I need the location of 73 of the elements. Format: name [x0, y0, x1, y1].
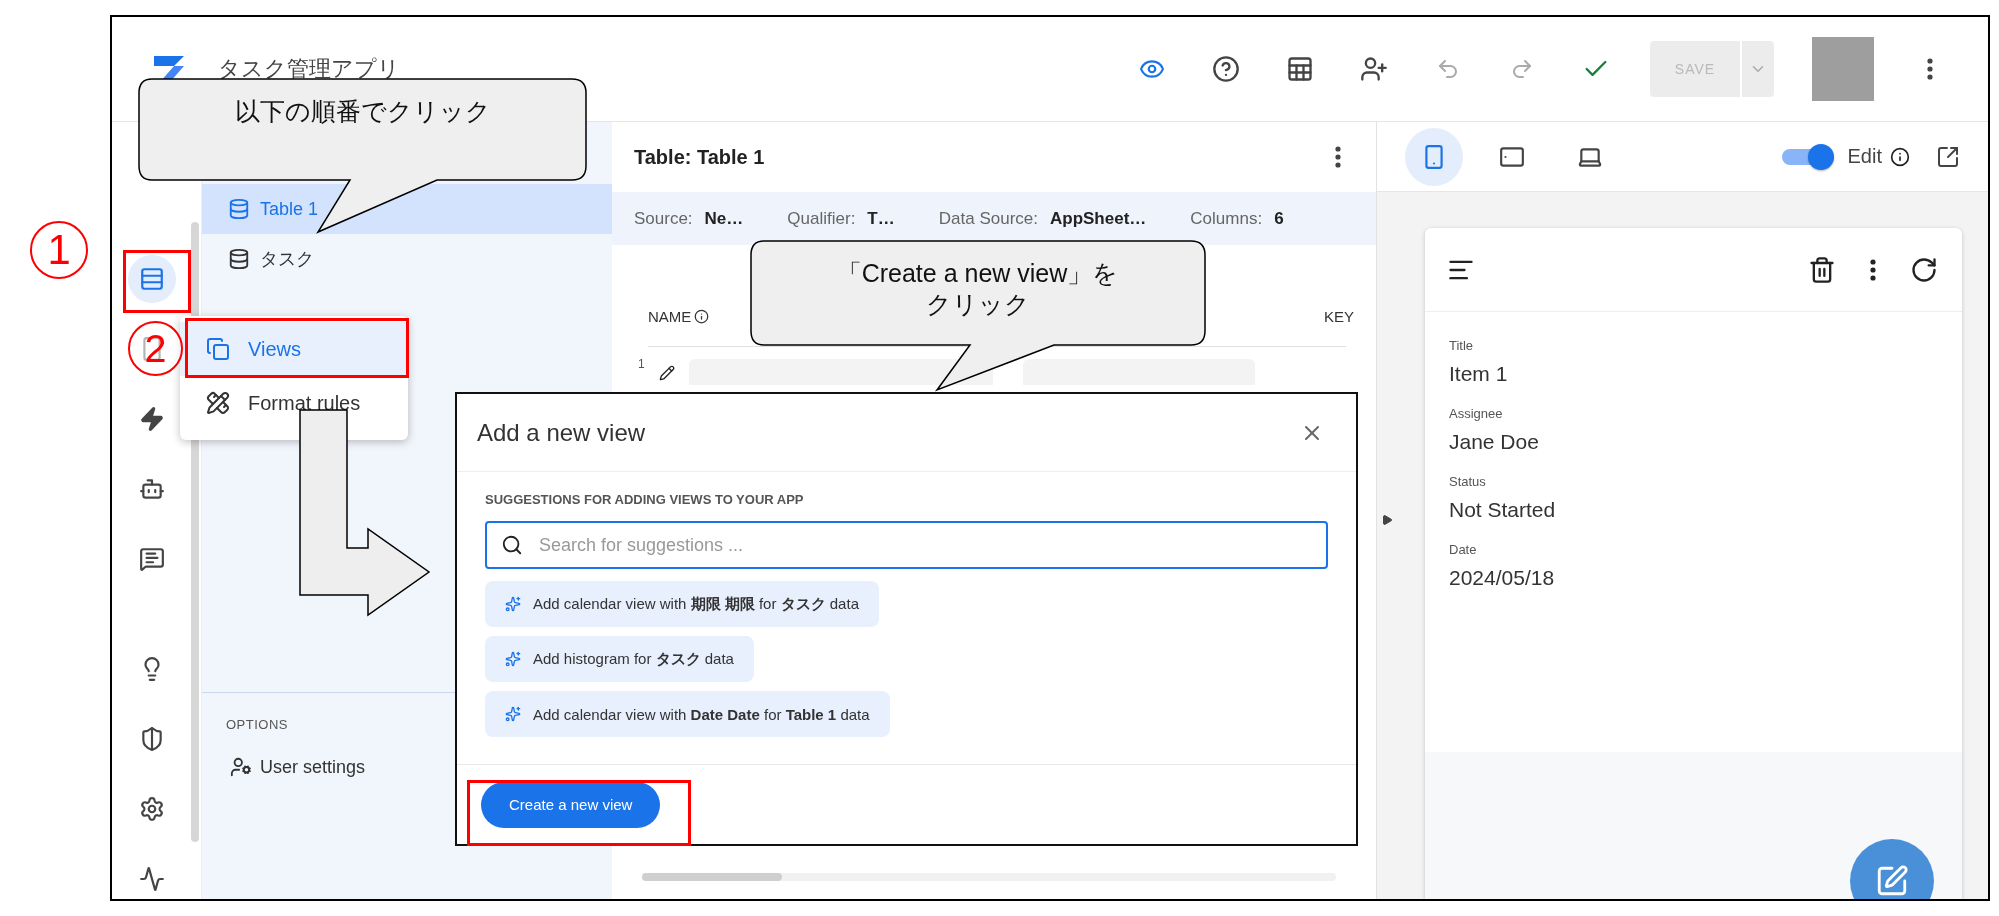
- expand-icon[interactable]: [1381, 514, 1393, 526]
- field-value: 2024/05/18: [1449, 566, 1556, 590]
- ruler-pencil-icon: [206, 391, 230, 415]
- step-number: 2: [128, 321, 183, 376]
- meta-label: Data Source:: [938, 208, 1038, 229]
- options-item[interactable]: User settings: [230, 756, 366, 778]
- section-heading: SUGGESTIONS FOR ADDING VIEWS TO YOUR APP: [485, 492, 805, 507]
- help-icon: [1212, 55, 1240, 83]
- external-link-icon: [1936, 144, 1960, 169]
- suggestion-chip[interactable]: Add histogram for タスク data: [485, 636, 754, 682]
- field-value: Item 1: [1449, 362, 1509, 386]
- undo-icon: [1436, 57, 1460, 81]
- meta-label: Source:: [634, 208, 693, 229]
- menu-item[interactable]: Format rules: [180, 376, 408, 430]
- table-item[interactable]: タスク: [202, 234, 612, 284]
- callout-text: 「Create a new view」を: [836, 258, 1119, 289]
- meta-value: Ne…: [704, 208, 744, 229]
- search-icon: [501, 534, 523, 556]
- suggestion-chip[interactable]: Add calendar view with Date Date for Table 1 data: [485, 691, 890, 737]
- chat-icon: [138, 546, 165, 572]
- rail-button[interactable]: [127, 255, 176, 303]
- field-value: Jane Doe: [1449, 430, 1540, 454]
- refresh-icon: [1910, 255, 1938, 284]
- sparkle-icon: [505, 651, 521, 667]
- sparkle-icon: [505, 596, 521, 612]
- toggle-label: Edit: [1847, 145, 1882, 168]
- create-view-button[interactable]: Create a new view: [481, 781, 661, 828]
- callout-text: クリック: [925, 289, 1030, 321]
- meta-value: AppSheet…: [1050, 208, 1147, 229]
- info-icon: [1890, 146, 1910, 167]
- meta-label: Columns:: [1190, 208, 1263, 229]
- column-header: KEY: [1324, 308, 1354, 325]
- grid-icon: [1286, 55, 1314, 83]
- column-header: NAME: [648, 308, 710, 325]
- field-label: Date: [1449, 542, 1478, 557]
- avatar: [1812, 37, 1874, 101]
- sparkle-icon: [505, 706, 521, 722]
- info-icon: [694, 309, 710, 324]
- more-icon: [1927, 58, 1933, 80]
- database-icon: [228, 248, 250, 270]
- highlight-frame: [123, 250, 191, 313]
- panel-title: Table: Table 1: [634, 145, 765, 169]
- pencil-icon: [658, 365, 675, 381]
- dialog-title: Add a new view: [477, 418, 646, 447]
- meta-value: 6: [1274, 208, 1284, 229]
- meta-value: T…: [867, 208, 895, 229]
- table-icon: [138, 266, 165, 292]
- redo-icon: [1510, 57, 1534, 81]
- edit-icon: [1875, 864, 1909, 898]
- app-title: タスク管理アプリ: [218, 55, 400, 83]
- field-label: Status: [1449, 474, 1487, 489]
- field-value: Not Started: [1449, 498, 1557, 522]
- row-number: 1: [638, 357, 645, 371]
- user-settings-icon: [230, 756, 252, 778]
- database-icon: [228, 198, 250, 220]
- section-heading: OPTIONS: [226, 717, 288, 732]
- bolt-icon: [138, 406, 165, 432]
- views-icon: [206, 337, 230, 361]
- field-label: Title: [1449, 338, 1475, 353]
- menu-item[interactable]: Views: [180, 322, 408, 376]
- add-person-icon: [1360, 55, 1388, 83]
- meta-label: Qualifier:: [787, 208, 856, 229]
- more-icon: [1335, 146, 1341, 168]
- suggestion-chip[interactable]: Add calendar view with 期限 期限 for タスク data: [485, 581, 879, 627]
- trash-icon: [1808, 255, 1836, 284]
- search-field[interactable]: Search for suggestions ...: [485, 521, 1328, 569]
- field-label: Assignee: [1449, 406, 1504, 421]
- pulse-icon: [138, 866, 165, 892]
- callout-text: 以下の順番でクリック: [235, 96, 491, 127]
- robot-icon: [138, 476, 165, 502]
- settings-icon: [138, 796, 165, 822]
- more-icon: [1870, 258, 1876, 281]
- step-number: 1: [30, 221, 88, 279]
